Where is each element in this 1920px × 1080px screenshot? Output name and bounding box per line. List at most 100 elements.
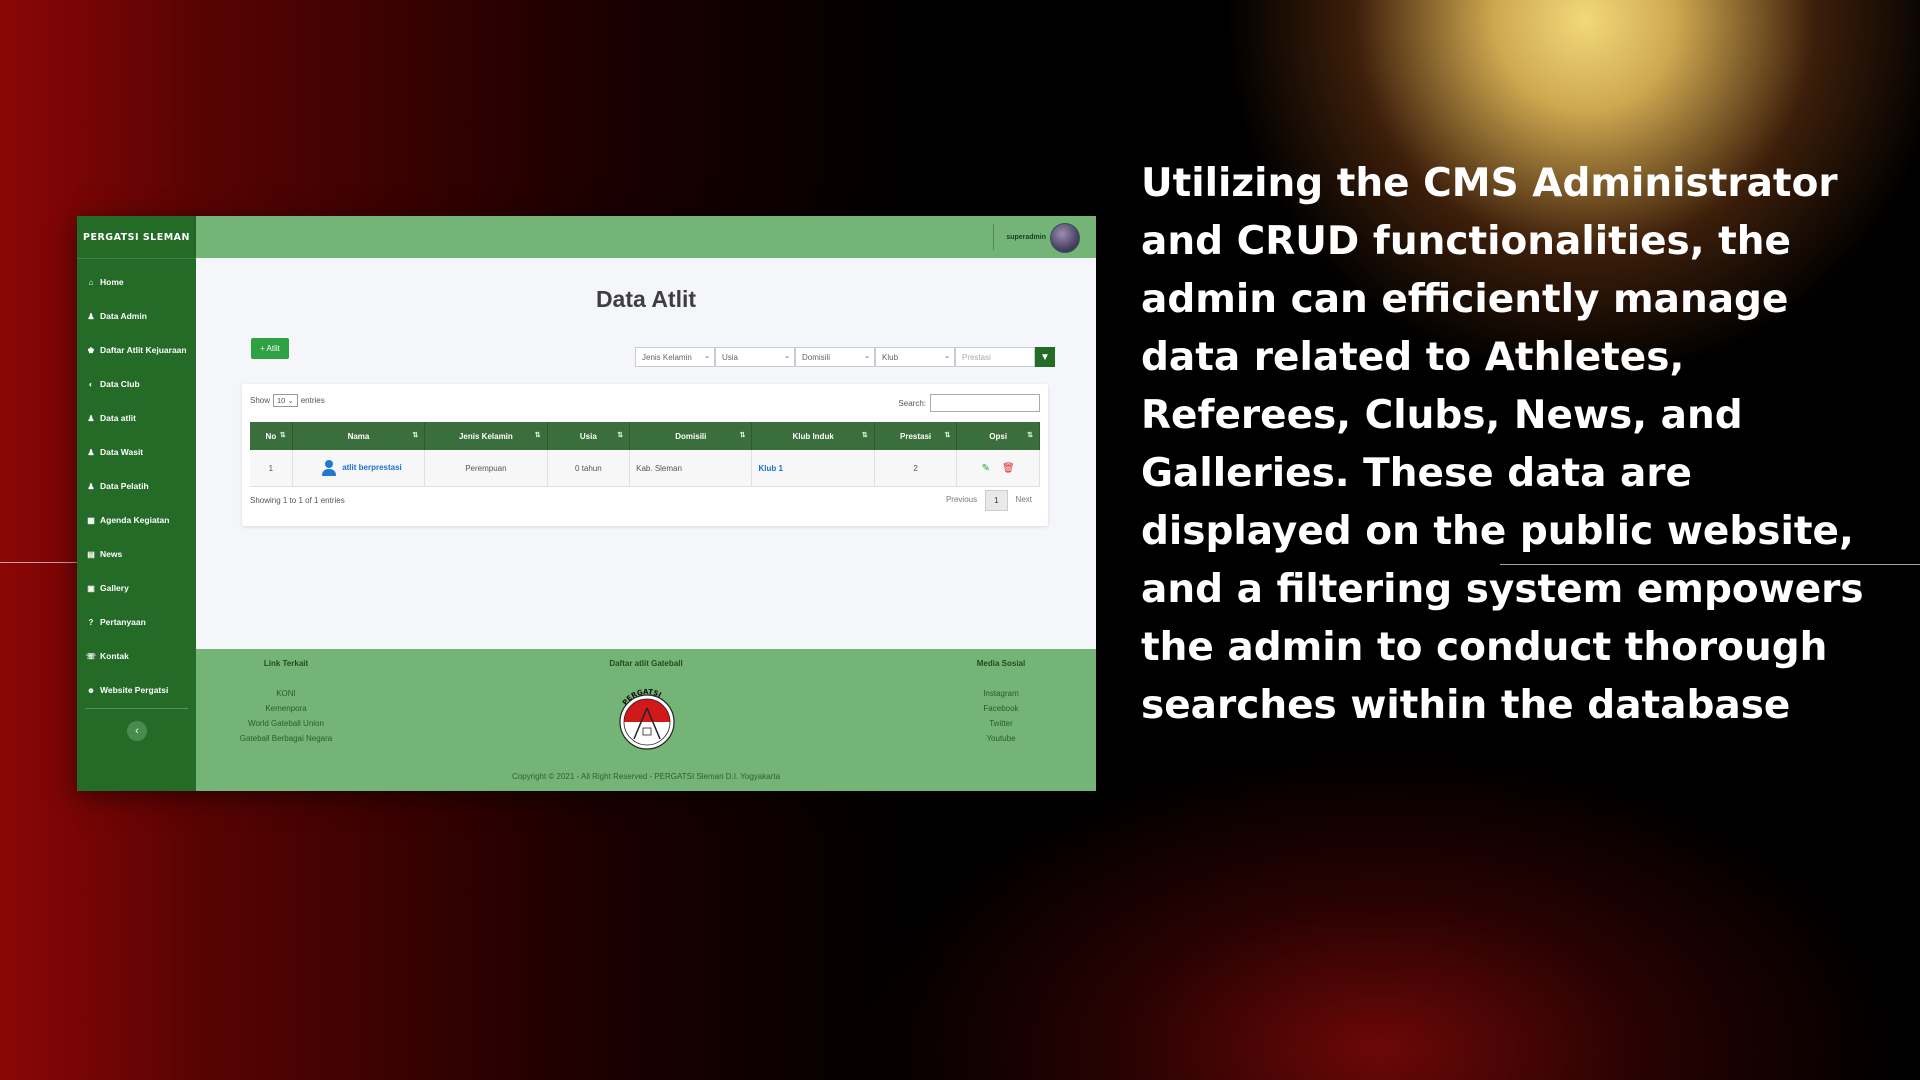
decorative-line-left — [0, 562, 77, 563]
column-header-klub-induk[interactable]: Klub Induk ⇅ — [751, 422, 875, 450]
sort-icon: ⇅ — [1027, 432, 1033, 439]
sidebar-item-website-pergatsi[interactable]: ☻ Website Pergatsi — [77, 673, 196, 707]
cell-opsi: ✎ 🗑 — [956, 450, 1040, 487]
footer: Link Terkait KONI Kemenpora World Gateba… — [196, 649, 1096, 791]
cell-prestasi: 2 — [874, 450, 958, 487]
cell-jenis-kelamin: Perempuan — [424, 450, 548, 487]
sidebar-item-label: Website Pergatsi — [100, 685, 169, 695]
sort-icon: ⇅ — [739, 432, 746, 439]
pergatsi-logo: PERGATSI — [619, 688, 675, 750]
newspaper-icon: ▤ — [87, 549, 95, 559]
footer-link-instagram[interactable]: Instagram — [946, 686, 1056, 701]
footer-link-world-gateball-union[interactable]: World Gateball Union — [216, 716, 356, 731]
column-label: Prestasi — [900, 431, 932, 441]
user-icon: ♟ — [87, 481, 95, 491]
sidebar-item-data-pelatih[interactable]: ♟ Data Pelatih — [77, 469, 196, 503]
data-table-card: Show 10 ⌄ entries Search: No ⇅ Nama ⇅ Jeni… — [242, 384, 1048, 526]
main-content: Data Atlit + Atlit Jenis Kelamin ⌄ Usia ⌄ … — [196, 258, 1096, 649]
column-header-jenis-kelamin[interactable]: Jenis Kelamin ⇅ — [424, 422, 548, 450]
home-icon: ⌂ — [88, 277, 94, 287]
table-info: Showing 1 to 1 of 1 entries — [250, 496, 345, 505]
filter-klub[interactable]: Klub ⌄ — [875, 347, 955, 367]
footer-link-youtube[interactable]: Youtube — [946, 731, 1056, 746]
avatar[interactable] — [1050, 223, 1080, 253]
sidebar: PERGATSI SLEMAN ⌂ Home ♟ Data Admin ♚ Dafta… — [77, 216, 196, 791]
footer-link-kemenpora[interactable]: Kemenpora — [216, 701, 356, 716]
sidebar-item-data-club[interactable]: ◐ Data Club — [77, 367, 196, 401]
footer-link-koni[interactable]: KONI — [216, 686, 356, 701]
sidebar-item-gallery[interactable]: ▣ Gallery — [77, 571, 196, 605]
sidebar-item-home[interactable]: ⌂ Home — [77, 265, 196, 299]
column-header-opsi[interactable]: Opsi ⇅ — [956, 422, 1040, 450]
column-label: Nama — [347, 431, 370, 441]
footer-link-twitter[interactable]: Twitter — [946, 716, 1056, 731]
sort-icon: ⇅ — [412, 432, 419, 439]
column-header-no[interactable]: No ⇅ — [250, 422, 293, 450]
footer-social: Media Sosial Instagram Facebook Twitter … — [946, 659, 1056, 746]
sort-icon: ⇅ — [279, 432, 286, 439]
filter-usia[interactable]: Usia ⌄ — [715, 347, 795, 367]
pagination-page-current[interactable]: 1 — [985, 490, 1008, 511]
sidebar-collapse-button[interactable]: ‹ — [127, 721, 147, 741]
sort-icon: ⇅ — [617, 432, 624, 439]
pagination-previous[interactable]: Previous — [938, 490, 985, 511]
column-header-prestasi[interactable]: Prestasi ⇅ — [874, 422, 958, 450]
username-label[interactable]: superadmin — [1006, 216, 1046, 258]
entries-label: entries — [300, 396, 325, 405]
klub-link[interactable]: Klub 1 — [758, 464, 782, 473]
trash-icon[interactable]: 🗑 — [1002, 463, 1015, 474]
topbar: superadmin — [196, 216, 1096, 258]
cell-usia: 0 tahun — [547, 450, 631, 487]
show-label: Show — [250, 396, 271, 405]
sidebar-item-kontak[interactable]: ☏ Kontak — [77, 639, 196, 673]
sidebar-item-agenda-kegiatan[interactable]: ▦ Agenda Kegiatan — [77, 503, 196, 537]
sidebar-item-label: Data Wasit — [100, 447, 144, 457]
user-icon: ♟ — [87, 413, 95, 423]
sort-icon: ⇅ — [861, 432, 868, 439]
sidebar-item-label: Data Pelatih — [100, 481, 149, 491]
phone-icon: ☏ — [86, 651, 97, 661]
sidebar-nav: ⌂ Home ♟ Data Admin ♚ Daftar Atlit Kejuaraa… — [77, 259, 196, 707]
user-avatar-icon — [322, 460, 337, 476]
filter-prestasi-input[interactable]: Prestasi — [955, 347, 1035, 367]
filter-button[interactable]: ▼ — [1035, 347, 1055, 367]
chevron-down-icon: ⌄ — [864, 353, 870, 360]
pagination-next[interactable]: Next — [1008, 490, 1040, 511]
image-icon: ▣ — [87, 583, 95, 593]
sidebar-item-news[interactable]: ▤ News — [77, 537, 196, 571]
footer-heading: Media Sosial — [976, 659, 1026, 668]
athlete-name-link[interactable]: atlit berprestasi — [342, 463, 402, 472]
column-header-usia[interactable]: Usia ⇅ — [547, 422, 631, 450]
filter-jenis-kelamin[interactable]: Jenis Kelamin ⌄ — [635, 347, 715, 367]
footer-link-facebook[interactable]: Facebook — [946, 701, 1056, 716]
copyright: Copyright © 2021 - All Right Reserved - … — [511, 772, 781, 781]
cell-klub-induk: Klub 1 — [751, 450, 875, 487]
sidebar-item-daftar-atlit-kejuaraan[interactable]: ♚ Daftar Atlit Kejuaraan — [77, 333, 196, 367]
search-input[interactable] — [930, 394, 1040, 412]
sidebar-brand[interactable]: PERGATSI SLEMAN — [77, 216, 196, 259]
sidebar-item-data-wasit[interactable]: ♟ Data Wasit — [77, 435, 196, 469]
entries-select[interactable]: 10 ⌄ — [273, 394, 298, 407]
footer-link-gateball-berbagai-negara[interactable]: Gateball Berbagai Negara — [216, 731, 356, 746]
cms-screenshot: PERGATSI SLEMAN ⌂ Home ♟ Data Admin ♚ Dafta… — [77, 216, 1096, 791]
column-header-nama[interactable]: Nama ⇅ — [292, 422, 426, 450]
filter-domisili[interactable]: Domisili ⌄ — [795, 347, 875, 367]
entries-value: 10 — [277, 396, 286, 405]
footer-athletes: Daftar atlit Gateball — [566, 659, 726, 686]
question-icon: ? — [88, 617, 94, 627]
edit-icon[interactable]: ✎ — [982, 463, 990, 474]
sidebar-item-data-admin[interactable]: ♟ Data Admin — [77, 299, 196, 333]
filter-label: Domisili — [802, 352, 830, 362]
pagination: Previous 1 Next — [938, 490, 1040, 511]
cell-no: 1 — [250, 450, 293, 487]
add-atlit-button[interactable]: + Atlit — [251, 338, 289, 359]
filter-label: Jenis Kelamin — [642, 352, 692, 362]
table-row: 1 atlit berprestasi Perempuan 0 tahun Ka… — [250, 450, 1040, 487]
column-header-domisili[interactable]: Domisili ⇅ — [629, 422, 753, 450]
sidebar-item-data-atlit[interactable]: ♟ Data atlit — [77, 401, 196, 435]
sort-icon: ⇅ — [944, 432, 951, 439]
sidebar-item-label: Kontak — [100, 651, 129, 661]
sidebar-item-label: Data atlit — [100, 413, 136, 423]
description-text: Utilizing the CMS Administrator and CRUD… — [1141, 161, 1864, 728]
sidebar-item-pertanyaan[interactable]: ? Pertanyaan — [77, 605, 196, 639]
